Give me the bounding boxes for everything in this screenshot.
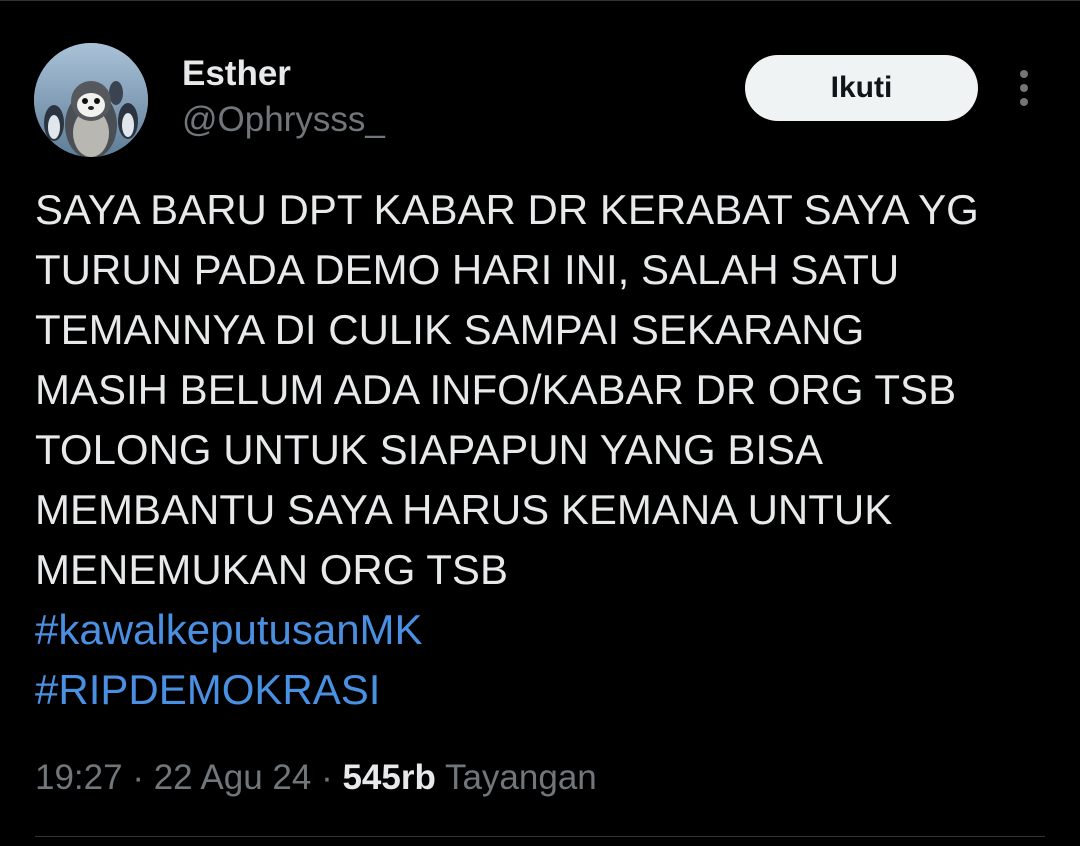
tweet-line: TEMANNYA DI CULIK SAMPAI SEKARANG	[35, 306, 865, 353]
tweet-line: SAYA BARU DPT KABAR DR KERABAT SAYA YG	[35, 186, 979, 233]
views-count[interactable]: 545rb	[342, 758, 435, 797]
penguin-avatar-icon	[34, 43, 148, 157]
tweet-time[interactable]: 19:27	[35, 758, 123, 797]
tweet-date[interactable]: 22 Agu 24	[154, 758, 312, 797]
hashtag-link[interactable]: #RIPDEMOKRASI	[35, 660, 1045, 720]
tweet-text: SAYA BARU DPT KABAR DR KERABAT SAYA YG T…	[35, 180, 1045, 720]
author-handle[interactable]: @Ophrysss_	[182, 100, 385, 140]
tweet-line: MEMBANTU SAYA HARUS KEMANA UNTUK	[35, 486, 893, 533]
bottom-divider	[35, 836, 1045, 837]
tweet-line: MENEMUKAN ORG TSB	[35, 546, 508, 593]
more-vertical-icon	[1020, 70, 1028, 106]
tweet-line: MASIH BELUM ADA INFO/KABAR DR ORG TSB	[35, 366, 957, 413]
views-label[interactable]: Tayangan	[445, 758, 597, 797]
tweet-line: TURUN PADA DEMO HARI INI, SALAH SATU	[35, 246, 900, 293]
top-divider	[0, 0, 1080, 1]
author-name[interactable]: Esther	[182, 54, 291, 94]
more-options-button[interactable]	[1004, 66, 1044, 110]
tweet-line: TOLONG UNTUK SIAPAPUN YANG BISA	[35, 426, 824, 473]
avatar[interactable]	[34, 43, 148, 157]
follow-button[interactable]: Ikuti	[745, 55, 978, 121]
tweet-meta: 19:27 · 22 Agu 24 · 545rb Tayangan	[35, 755, 597, 801]
meta-separator: ·	[311, 758, 343, 797]
meta-separator: ·	[122, 758, 154, 797]
hashtag-link[interactable]: #kawalkeputusanMK	[35, 600, 1045, 660]
